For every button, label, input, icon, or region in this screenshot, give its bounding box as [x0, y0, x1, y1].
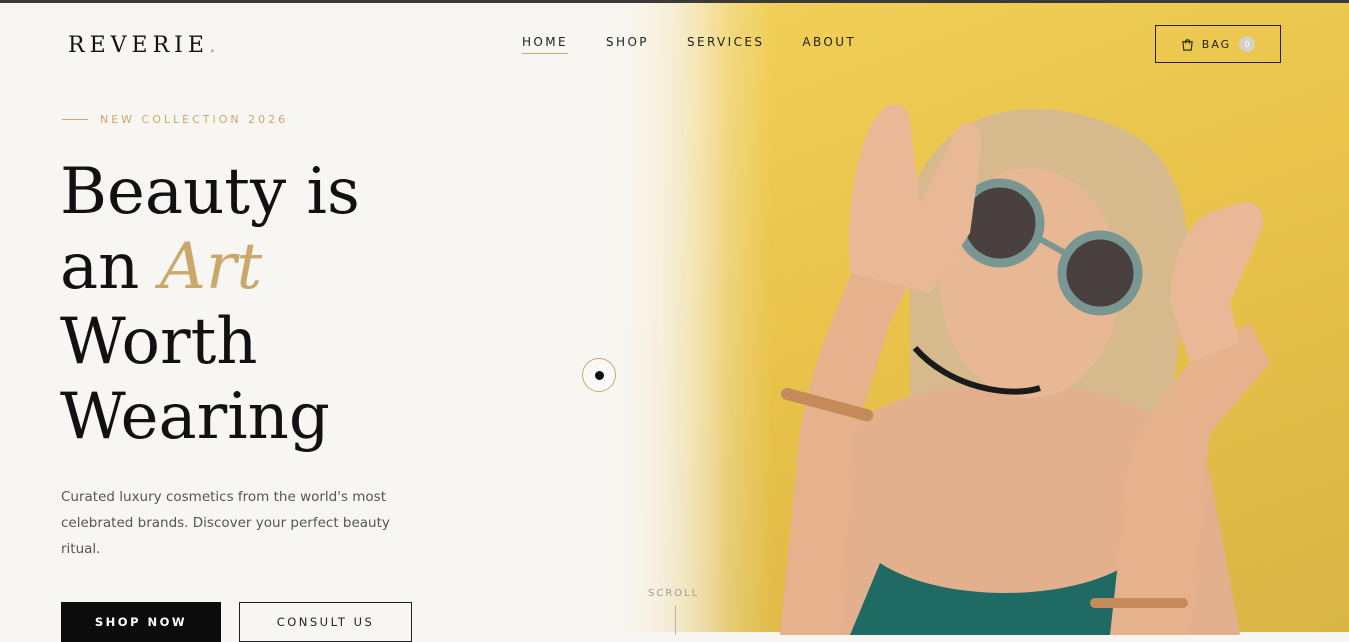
- bag-icon: [1182, 38, 1193, 51]
- eyebrow-text: NEW COLLECTION 2026: [100, 113, 289, 126]
- shop-now-button[interactable]: SHOP NOW: [61, 602, 221, 642]
- headline-line-1: Beauty is: [60, 155, 360, 229]
- nav-services[interactable]: SERVICES: [687, 35, 764, 54]
- eyebrow-divider: [62, 119, 88, 120]
- collection-eyebrow: NEW COLLECTION 2026: [62, 113, 288, 126]
- nav-home[interactable]: HOME: [522, 35, 569, 54]
- headline-accent: Art: [159, 230, 263, 304]
- hero-description: Curated luxury cosmetics from the world'…: [61, 489, 390, 557]
- main-nav: HOME SHOP SERVICES ABOUT: [522, 35, 856, 54]
- bag-label: BAG: [1201, 37, 1232, 51]
- brand-logo[interactable]: REVERIE.: [68, 33, 221, 58]
- model-photo-illustration: [610, 3, 1349, 635]
- headline-line-4: Wearing: [60, 380, 330, 454]
- nav-shop[interactable]: SHOP: [606, 35, 649, 54]
- bag-button[interactable]: BAG 0: [1155, 25, 1281, 63]
- headline-line-2-pre: an: [60, 230, 160, 304]
- brand-dot: .: [208, 33, 221, 58]
- hero-image: [610, 3, 1349, 635]
- consult-us-button[interactable]: CONSULT US: [239, 602, 412, 642]
- slider-dot-control[interactable]: [582, 358, 616, 392]
- scroll-indicator-line: [675, 605, 676, 635]
- headline-line-3: Worth: [60, 305, 258, 379]
- hero-headline: Beauty is an Art Worth Wearing: [60, 155, 360, 455]
- scroll-label[interactable]: SCROLL: [648, 588, 699, 599]
- slider-dot: [594, 370, 604, 380]
- nav-about[interactable]: ABOUT: [802, 35, 856, 54]
- bag-count-badge: 0: [1239, 36, 1256, 52]
